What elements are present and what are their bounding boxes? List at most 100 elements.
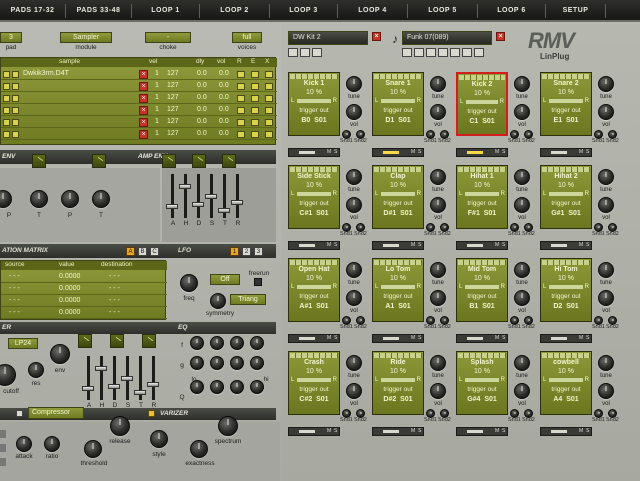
sample-row-icons[interactable] <box>3 119 21 128</box>
drum-pad[interactable]: Splash 10 % L R trigger out G#4 S01 tune… <box>456 351 536 439</box>
sample-delete-icon[interactable]: × <box>139 118 148 127</box>
loop-next-button[interactable] <box>414 48 424 57</box>
sample-vel[interactable]: 127 <box>167 82 179 89</box>
drum-pad[interactable]: Hihat 2 10 % L R trigger out G#1 S01 tun… <box>540 165 620 253</box>
fx-spectrum-knob[interactable] <box>218 416 238 436</box>
eq-knob[interactable] <box>230 356 244 370</box>
amp-env-fader[interactable]: H <box>179 174 193 227</box>
pad-pan-bar[interactable] <box>297 99 331 103</box>
pad-solo-button[interactable]: S <box>334 335 337 341</box>
amp-env-fader-cap[interactable] <box>179 184 191 189</box>
sample-row[interactable]: × 1 127 0.0 0.0 <box>1 81 277 92</box>
sample-vol[interactable]: 0.0 <box>219 130 229 137</box>
pad-tune-knob[interactable] <box>598 355 614 371</box>
amp-env-fader[interactable]: D <box>192 174 206 227</box>
pad-vol-knob[interactable] <box>430 383 446 399</box>
eq-knob[interactable] <box>210 380 224 394</box>
sample-vol[interactable]: 0.0 <box>219 82 229 89</box>
edit-icon[interactable] <box>251 83 259 90</box>
pad-solo-button[interactable]: S <box>502 242 505 248</box>
loop-play-button[interactable] <box>438 48 448 57</box>
pad-display[interactable]: Lo Tom 10 % L R trigger out A1 S01 <box>372 258 424 322</box>
choke-select[interactable]: - <box>145 32 191 43</box>
kit-prev-button[interactable] <box>288 48 298 57</box>
pad-mute-button[interactable]: M <box>495 335 499 341</box>
eq-knob[interactable] <box>250 380 264 394</box>
pad-vol-knob[interactable] <box>514 197 530 213</box>
pad-solo-button[interactable]: S <box>418 149 421 155</box>
sample-delete-icon[interactable]: × <box>139 94 148 103</box>
pad-display[interactable]: Kick 2 10 % L R trigger out C1 S01 <box>456 72 508 136</box>
pad-trigger-strip[interactable]: M S <box>540 334 592 343</box>
loop-stop-button[interactable] <box>426 48 436 57</box>
sample-dly[interactable]: 0.0 <box>197 94 207 101</box>
filter-env-fader[interactable]: T <box>134 356 148 409</box>
fx-attack-knob[interactable] <box>16 436 32 452</box>
edit-icon[interactable] <box>251 71 259 78</box>
module-select[interactable]: Sampler <box>60 32 112 43</box>
matrix-destination[interactable]: - - - <box>109 309 120 316</box>
loop-prev-button[interactable] <box>402 48 412 57</box>
eq-knob[interactable] <box>250 356 264 370</box>
env-curve-button-1[interactable] <box>32 154 46 168</box>
pad-display[interactable]: Hihat 2 10 % L R trigger out G#1 S01 <box>540 165 592 229</box>
pad-trigger-strip[interactable]: M S <box>288 148 340 157</box>
pad-tune-knob[interactable] <box>514 76 530 92</box>
sample-row[interactable]: × 1 127 0.0 0.0 <box>1 93 277 104</box>
pad-solo-button[interactable]: S <box>418 242 421 248</box>
pad-display[interactable]: Side Stick 10 % L R trigger out C#1 S01 <box>288 165 340 229</box>
pad-mute-button[interactable]: M <box>579 242 583 248</box>
pad-vol-knob[interactable] <box>430 290 446 306</box>
pad-tune-knob[interactable] <box>346 355 362 371</box>
pad-trigger-strip[interactable]: M S <box>540 427 592 436</box>
pad-pan-bar[interactable] <box>297 285 331 289</box>
drum-pad[interactable]: Side Stick 10 % L R trigger out C#1 S01 … <box>288 165 368 253</box>
filter-env-fader-cap[interactable] <box>134 390 146 395</box>
pad-tune-knob[interactable] <box>598 76 614 92</box>
sample-dly[interactable]: 0.0 <box>197 106 207 113</box>
sample-row-icons[interactable] <box>3 107 21 116</box>
drum-pad[interactable]: Lo Tom 10 % L R trigger out A1 S01 tune … <box>372 258 452 346</box>
exclude-icon[interactable] <box>265 83 273 90</box>
matrix-destination[interactable]: - - - <box>109 297 120 304</box>
varizer-led[interactable] <box>148 410 155 417</box>
pad-value-display[interactable]: 3 <box>0 32 22 43</box>
exclude-icon[interactable] <box>265 107 273 114</box>
pad-trigger-strip[interactable]: M S <box>372 334 424 343</box>
sample-row[interactable]: × 1 127 0.0 0.0 <box>1 117 277 128</box>
filter-cutoff-knob[interactable] <box>0 364 16 386</box>
amp-env-fader[interactable]: A <box>166 174 180 227</box>
drum-pad[interactable]: Open Hat 10 % L R trigger out A#1 S01 tu… <box>288 258 368 346</box>
pad-mute-button[interactable]: M <box>411 242 415 248</box>
pad-mute-button[interactable]: M <box>411 335 415 341</box>
pad-solo-button[interactable]: S <box>502 428 505 434</box>
pad-tune-knob[interactable] <box>430 169 446 185</box>
sample-dly[interactable]: 0.0 <box>197 118 207 125</box>
drum-pad[interactable]: Kick 1 10 % L R trigger out B0 S01 tune … <box>288 72 368 160</box>
kit-name-display[interactable]: DW Kit 2 <box>288 31 368 45</box>
pad-display[interactable]: cowbell 10 % L R trigger out A4 S01 <box>540 351 592 415</box>
edit-icon[interactable] <box>251 95 259 102</box>
drum-pad[interactable]: cowbell 10 % L R trigger out A4 S01 tune… <box>540 351 620 439</box>
amp-env-fader-cap[interactable] <box>192 202 204 207</box>
pad-pan-bar[interactable] <box>549 99 583 103</box>
pad-tune-knob[interactable] <box>598 262 614 278</box>
tab-loop-6[interactable]: LOOP 6 <box>478 4 546 18</box>
eq-knob[interactable] <box>210 356 224 370</box>
sample-vel[interactable]: 127 <box>167 94 179 101</box>
lfo-freq-knob[interactable] <box>180 274 198 292</box>
pad-mute-button[interactable]: M <box>495 149 499 155</box>
pad-tune-knob[interactable] <box>514 262 530 278</box>
drum-pad[interactable]: Ride 10 % L R trigger out D#2 S01 tune v… <box>372 351 452 439</box>
loop-record-button[interactable] <box>450 48 460 57</box>
pad-vol-knob[interactable] <box>598 104 614 120</box>
fx-threshold-knob[interactable] <box>84 440 102 458</box>
pad-pan-bar[interactable] <box>549 378 583 382</box>
env-knob-2[interactable] <box>30 190 48 208</box>
matrix-row[interactable]: - - - 0.0000 - - - <box>1 272 167 283</box>
filter-env-fader-cap[interactable] <box>121 376 133 381</box>
pad-pan-bar[interactable] <box>466 100 498 104</box>
sample-delete-icon[interactable]: × <box>139 106 148 115</box>
amp-env-fader-cap[interactable] <box>218 208 230 213</box>
sample-dly[interactable]: 0.0 <box>197 82 207 89</box>
